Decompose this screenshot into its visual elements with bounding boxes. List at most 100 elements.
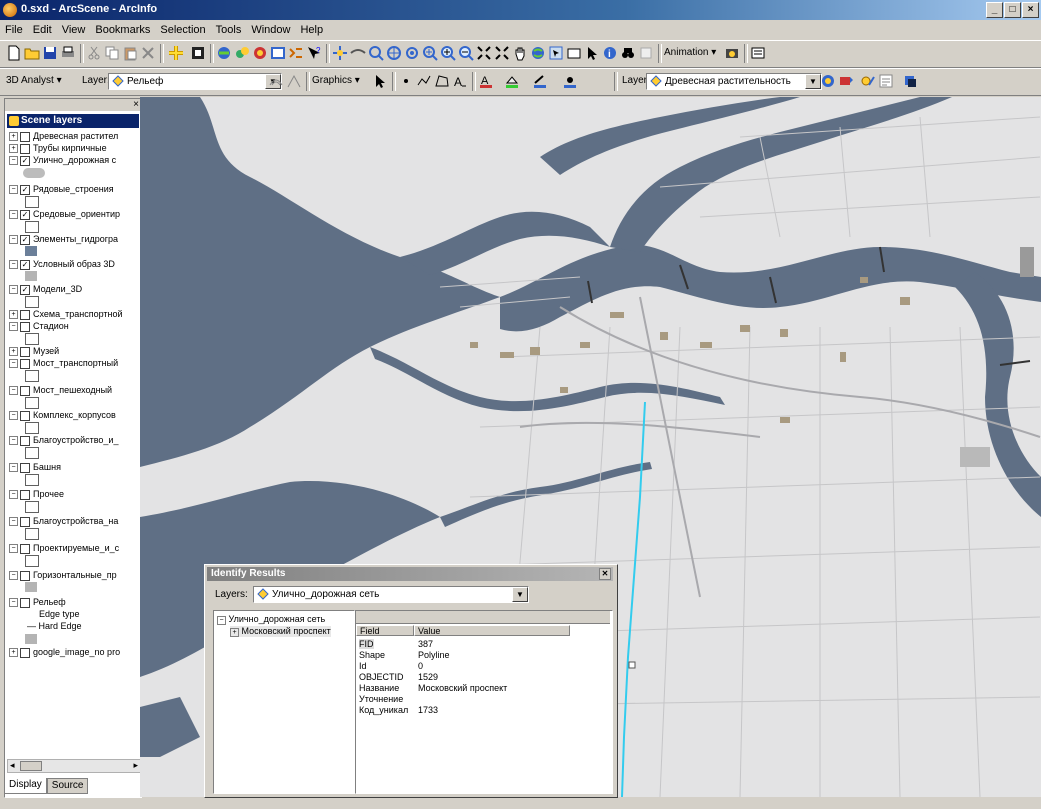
clear-selection-icon[interactable] [566,45,582,61]
layer-checkbox[interactable]: ✓ [20,209,30,220]
expand-toggle[interactable]: − [9,210,18,220]
toc-horizontal-scrollbar[interactable]: ◂ ▸ [7,759,141,773]
layer-checkbox[interactable] [20,647,30,658]
contour-icon[interactable] [268,73,284,89]
globe-icon[interactable] [216,45,232,61]
menu-edit[interactable]: Edit [28,24,57,36]
layer-row[interactable]: − ✓ Элементы_гидрогра [9,233,118,245]
zoom-in-icon[interactable] [440,45,456,61]
layer-checkbox[interactable] [20,489,30,500]
layer-checkbox[interactable] [20,358,30,369]
marker-color-icon[interactable] [562,73,578,89]
polyline-icon[interactable] [416,73,432,89]
tree-node-feature[interactable]: + Московский проспект [230,626,331,637]
minimize-button[interactable]: _ [986,2,1003,18]
expand-toggle[interactable]: + [9,310,18,320]
pan-hand-icon[interactable] [512,45,528,61]
save-icon[interactable] [42,45,58,61]
animation-menu[interactable]: Animation ▾ [664,47,716,58]
menu-window[interactable]: Window [246,24,295,36]
select-elements-icon[interactable] [584,45,600,61]
zoom-to-target-icon[interactable] [386,45,402,61]
layer-row[interactable]: − ✓ Средовые_ориентир [9,208,120,220]
expand-toggle[interactable]: + [9,144,18,154]
menu-file[interactable]: File [0,24,28,36]
font-color-icon[interactable]: A [478,73,494,89]
layer-row[interactable]: − ✓ Условный образ 3D [9,258,115,270]
layer-row[interactable]: − Проектируемые_и_с [9,542,119,554]
layer-checkbox[interactable] [20,435,30,446]
graphics-menu[interactable]: Graphics ▾ [312,75,360,86]
steepest-path-icon[interactable] [286,73,302,89]
expand-toggle[interactable]: + [9,347,18,357]
collapse-icon[interactable]: − [217,616,226,625]
polygon-icon[interactable] [434,73,450,89]
layer-row[interactable]: − Горизонтальные_пр [9,569,117,581]
copy-icon[interactable] [104,45,120,61]
layer-row[interactable]: − Стадион [9,320,69,332]
zoom-out-icon[interactable] [458,45,474,61]
expand-toggle[interactable]: − [9,490,18,500]
expand-toggle[interactable]: − [9,463,18,473]
tab-display[interactable]: Display [4,778,47,794]
menu-selection[interactable]: Selection [155,24,210,36]
scroll-left-icon[interactable]: ◂ [10,760,15,771]
layer2-dropdown[interactable]: Древесная растительность ▼ [646,73,822,90]
menu-bookmarks[interactable]: Bookmarks [90,24,155,36]
menu-help[interactable]: Help [295,24,328,36]
layer-checkbox[interactable]: ✓ [20,259,30,270]
layer-checkbox[interactable] [20,385,30,396]
tab-source[interactable]: Source [46,778,89,794]
value-column-header[interactable]: Value [414,625,570,636]
layer-row[interactable]: − ✓ Улично_дорожная с [9,154,116,166]
animation-control-icon[interactable] [288,45,304,61]
target-center-icon[interactable] [368,45,384,61]
layer-checkbox[interactable]: ✓ [20,284,30,295]
expand-toggle[interactable]: − [9,386,18,396]
fill-color-icon[interactable] [504,73,520,89]
expand-toggle[interactable]: − [9,260,18,270]
layer-checkbox[interactable] [20,309,30,320]
full-extent-icon[interactable] [190,45,206,61]
editor-icon[interactable] [820,73,836,89]
open-folder-icon[interactable] [24,45,40,61]
identify-results-window[interactable]: Identify Results ✕ Layers: Улично_дорожн… [204,564,618,798]
layer-row[interactable]: − Мост_пешеходный [9,384,112,396]
zoom-in-out-icon[interactable] [422,45,438,61]
field-column-header[interactable]: Field [356,625,414,636]
window-view-icon[interactable] [270,45,286,61]
layer-row[interactable]: − Мост_транспортный [9,357,118,369]
layer-row[interactable]: − Комплекс_корпусов [9,409,116,421]
layers-stack-icon[interactable] [902,73,918,89]
point-icon[interactable] [398,73,414,89]
layer-dropdown[interactable]: Рельеф ▼ [108,73,282,90]
expand-toggle[interactable]: − [9,571,18,581]
paste-icon[interactable] [122,45,138,61]
select-arrow-icon[interactable] [372,73,388,89]
background-color-icon[interactable] [252,45,268,61]
expand-toggle[interactable]: − [9,285,18,295]
expand-toggle[interactable]: − [9,411,18,421]
fixed-zoom-in-icon[interactable] [476,45,492,61]
layer-checkbox[interactable] [20,143,30,154]
scene-layers-header[interactable]: Scene layers [7,114,139,128]
close-icon[interactable]: ✕ [599,568,611,580]
fixed-zoom-out-icon[interactable] [494,45,510,61]
chevron-down-icon[interactable]: ▼ [512,587,528,602]
expand-toggle[interactable]: − [9,517,18,527]
expand-toggle[interactable]: − [9,156,18,166]
layer-checkbox[interactable]: ✓ [20,234,30,245]
scroll-thumb[interactable] [20,761,42,771]
whats-this-icon[interactable]: ? [306,45,322,61]
menu-tools[interactable]: Tools [211,24,247,36]
layer-checkbox[interactable] [20,570,30,581]
layer-checkbox[interactable] [20,516,30,527]
layer-checkbox[interactable]: ✓ [20,155,30,166]
window-titlebar[interactable]: 0.sxd - ArcScene - ArcInfo _ □ × [0,0,1041,20]
layer-row[interactable]: − Благоустройства_на [9,515,118,527]
layer-row[interactable]: + Трубы кирпичные [9,142,107,154]
layer-row[interactable]: − Благоустройство_и_ [9,434,118,446]
expand-toggle[interactable]: − [9,436,18,446]
layer-row[interactable]: − ✓ Модели_3D [9,283,82,295]
layer-checkbox[interactable] [20,410,30,421]
